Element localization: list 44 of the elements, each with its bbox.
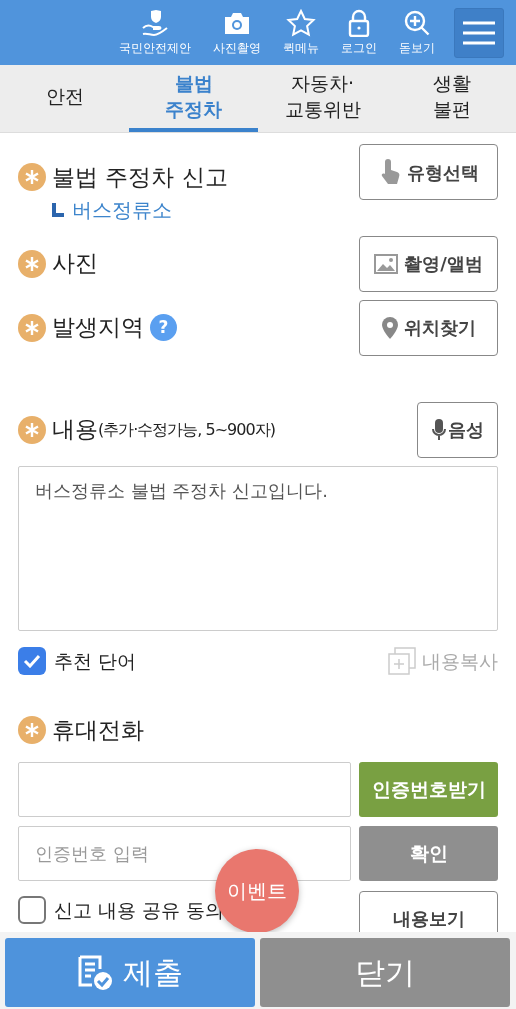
request-code-button[interactable]: 인증번호받기 <box>359 761 498 817</box>
sub-category: 버스정류소 <box>52 194 228 225</box>
menu-icon <box>463 20 495 45</box>
submit-button[interactable]: 제출 <box>5 938 255 1007</box>
copy-icon <box>388 646 416 675</box>
confirm-button[interactable]: 확인 <box>359 825 498 881</box>
category-tab[interactable]: 자동차· 교통위반 <box>258 65 387 132</box>
menu-button[interactable] <box>454 7 504 58</box>
outline-button[interactable]: 촬영/앨범 <box>359 235 498 292</box>
header-menu-button[interactable]: 퀵메뉴 <box>283 8 319 57</box>
image-icon <box>374 253 399 274</box>
outline-button[interactable]: 위치찾기 <box>359 299 498 356</box>
checkbox[interactable] <box>18 895 46 924</box>
field-label: 사진 <box>52 249 98 279</box>
header-menu-button[interactable]: 사진촬영 <box>213 8 261 57</box>
hand-shield-icon <box>140 8 170 37</box>
corner-icon <box>52 202 64 217</box>
category-tab[interactable]: 안전 <box>0 65 129 132</box>
checkbox-label: 추천 단어 <box>54 648 137 674</box>
content-textarea[interactable]: 버스정류소 불법 주정차 신고입니다. <box>18 465 498 631</box>
outline-button[interactable]: 내용보기 <box>359 890 498 932</box>
phone-input[interactable] <box>18 761 351 817</box>
close-button[interactable]: 닫기 <box>260 938 510 1007</box>
check-icon <box>23 653 41 668</box>
header-menu-button[interactable]: 로그인 <box>341 8 377 57</box>
help-icon[interactable]: ? <box>150 314 177 341</box>
field-label: 불법 주정차 신고 <box>52 163 228 192</box>
field-label: 휴대전화 <box>52 716 144 745</box>
outline-button[interactable]: 유형선택 <box>359 144 498 200</box>
microphone-icon <box>431 418 446 441</box>
field-label: 내용 <box>52 415 98 445</box>
location-pin-icon <box>381 316 398 339</box>
zoom-in-icon <box>402 8 432 37</box>
field-label: 발생지역 <box>52 313 144 343</box>
star-icon <box>286 8 316 37</box>
outline-button[interactable]: 음성 <box>417 401 498 458</box>
header-menu-button[interactable]: 국민안전제안 <box>119 8 191 57</box>
header-menu-button[interactable]: 돋보기 <box>399 8 435 57</box>
field-hint: (추가·수정가능, 5~900자) <box>98 418 275 441</box>
category-tab[interactable]: 생활 불편 <box>387 65 516 132</box>
document-check-icon <box>77 954 113 991</box>
category-tab[interactable]: 불법 주정차 <box>129 65 258 132</box>
code-input[interactable]: 인증번호 입력 <box>18 825 351 881</box>
checkbox[interactable] <box>18 646 46 675</box>
